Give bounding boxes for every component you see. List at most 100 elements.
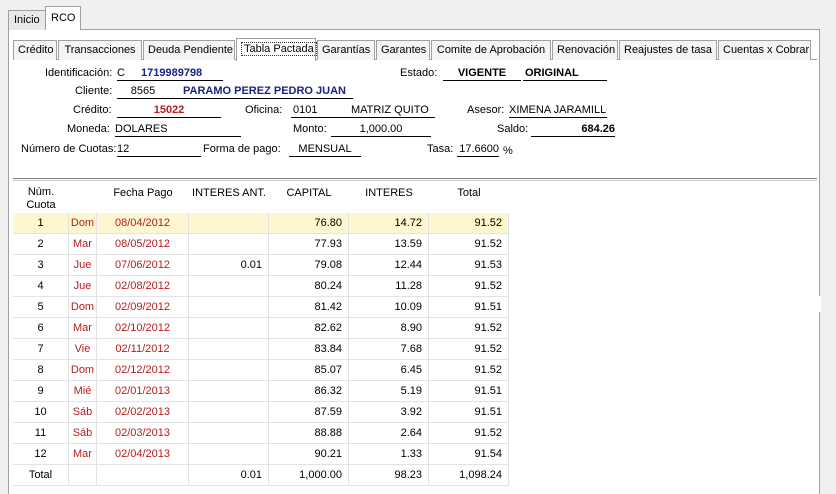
cell-capital: 80.24 (269, 276, 349, 297)
table-row[interactable]: 6 Mar 02/10/2012 82.62 8.90 91.52 (13, 318, 509, 339)
tab-tabla-pactada[interactable]: Tabla Pactada (236, 38, 317, 61)
cell-fecha: 08/04/2012 (97, 213, 189, 234)
tab-comite-aprobacion[interactable]: Comite de Aprobación (431, 40, 551, 60)
cell-num: 9 (13, 381, 69, 402)
tab-garantes[interactable]: Garantes (376, 40, 430, 60)
cell-capital: 79.08 (269, 255, 349, 276)
cell-interes-ant: 0.01 (189, 255, 269, 276)
asesor-label: Asesor: (467, 104, 505, 116)
tab-reajustes-tasa[interactable]: Reajustes de tasa (619, 40, 717, 60)
estado-label: Estado: (400, 67, 438, 79)
cell-dia: Mié (69, 381, 97, 402)
table-row[interactable]: 2 Mar 08/05/2012 77.93 13.59 91.52 (13, 234, 509, 255)
cell-num: 6 (13, 318, 69, 339)
cuotas-value: 12 (117, 142, 201, 157)
cell-fecha: 02/08/2012 (97, 276, 189, 297)
cell-fecha: 02/09/2012 (97, 297, 189, 318)
cell-total: 91.52 (429, 339, 509, 360)
table-row[interactable]: 12 Mar 02/04/2013 90.21 1.33 91.54 (13, 444, 509, 465)
table-row[interactable]: 9 Mié 02/01/2013 86.32 5.19 91.51 (13, 381, 509, 402)
total-interes: 98.23 (349, 465, 429, 486)
cell-dia: Jue (69, 276, 97, 297)
header-fecha-pago[interactable]: Fecha Pago (97, 183, 189, 213)
cell-interes: 5.19 (349, 381, 429, 402)
header-dia[interactable] (69, 183, 97, 213)
sub-tab-bar: Crédito Transacciones Deuda Pendiente Ta… (13, 38, 817, 61)
cell-total: 91.52 (429, 360, 509, 381)
table-row[interactable]: 5 Dom 02/09/2012 81.42 10.09 91.51 (13, 297, 509, 318)
credito-label: Crédito: (73, 104, 112, 116)
cell-dia: Sáb (69, 423, 97, 444)
table-row[interactable]: 1 Dom 08/04/2012 76.80 14.72 91.52 (13, 213, 509, 234)
moneda-label: Moneda: (67, 123, 110, 135)
tasa-value: 17.6600 (457, 142, 499, 157)
cell-num: 5 (13, 297, 69, 318)
cell-fecha: 02/03/2013 (97, 423, 189, 444)
cell-fecha: 08/05/2012 (97, 234, 189, 255)
tab-deuda-pendiente[interactable]: Deuda Pendiente (143, 40, 235, 60)
cell-capital: 77.93 (269, 234, 349, 255)
cell-dia: Mar (69, 234, 97, 255)
table-row[interactable]: 4 Jue 02/08/2012 80.24 11.28 91.52 (13, 276, 509, 297)
cell-total: 91.51 (429, 381, 509, 402)
header-capital[interactable]: CAPITAL (269, 183, 349, 213)
tab-inicio[interactable]: Inicio (8, 10, 46, 30)
cell-interes-ant (189, 318, 269, 339)
cell-capital: 90.21 (269, 444, 349, 465)
estado-tipo: ORIGINAL (523, 66, 607, 81)
cell-interes-ant (189, 423, 269, 444)
cell-interes: 11.28 (349, 276, 429, 297)
total-empty (69, 465, 97, 486)
table-row[interactable]: 7 Vie 02/11/2012 83.84 7.68 91.52 (13, 339, 509, 360)
table-header: Núm. Cuota Fecha Pago INTERES ANT. CAPIT… (13, 183, 509, 213)
cell-capital: 86.32 (269, 381, 349, 402)
top-tab-bar: Inicio RCO (8, 6, 820, 31)
tab-transacciones[interactable]: Transacciones (58, 40, 142, 60)
cell-interes: 2.64 (349, 423, 429, 444)
header-total[interactable]: Total (429, 183, 509, 213)
tab-credito[interactable]: Crédito (13, 40, 57, 60)
tab-cuentas-por-cobrar[interactable]: Cuentas x Cobrar (718, 40, 811, 60)
cliente-codigo: 8565 (117, 84, 169, 99)
tab-renovacion[interactable]: Renovación (552, 40, 618, 60)
cell-interes-ant (189, 444, 269, 465)
cell-dia: Dom (69, 360, 97, 381)
forma-pago-label: Forma de pago: (203, 143, 281, 155)
table-row[interactable]: 8 Dom 02/12/2012 85.07 6.45 91.52 (13, 360, 509, 381)
cell-dia: Sáb (69, 402, 97, 423)
cuotas-label: Número de Cuotas: (21, 143, 117, 155)
cell-capital: 88.88 (269, 423, 349, 444)
cell-num: 1 (13, 213, 69, 234)
header-interes[interactable]: INTERES (349, 183, 429, 213)
oficina-label: Oficina: (245, 104, 283, 116)
cell-interes: 3.92 (349, 402, 429, 423)
cell-total: 91.52 (429, 213, 509, 234)
cell-num: 8 (13, 360, 69, 381)
cell-interes: 6.45 (349, 360, 429, 381)
cell-interes-ant (189, 360, 269, 381)
cell-interes: 1.33 (349, 444, 429, 465)
identificacion-value: 1719989798 (135, 66, 223, 81)
cell-dia: Vie (69, 339, 97, 360)
table-row[interactable]: 3 Jue 07/06/2012 0.01 79.08 12.44 91.53 (13, 255, 509, 276)
cell-num: 12 (13, 444, 69, 465)
tab-rco[interactable]: RCO (45, 6, 82, 31)
table-row[interactable]: 11 Sáb 02/03/2013 88.88 2.64 91.52 (13, 423, 509, 444)
tab-tabla-pactada-label: Tabla Pactada (241, 42, 317, 56)
monto-label: Monto: (293, 123, 327, 135)
moneda-value: DOLARES (115, 122, 241, 137)
cell-total: 91.53 (429, 255, 509, 276)
header-interes-ant[interactable]: INTERES ANT. (189, 183, 269, 213)
header-num-cuota[interactable]: Núm. Cuota (13, 183, 69, 213)
cell-interes-ant (189, 234, 269, 255)
tab-garantias[interactable]: Garantías (317, 40, 375, 60)
table-row[interactable]: 10 Sáb 02/02/2013 87.59 3.92 91.51 (13, 402, 509, 423)
cell-fecha: 07/06/2012 (97, 255, 189, 276)
cell-total: 91.52 (429, 234, 509, 255)
tasa-label: Tasa: (427, 143, 454, 155)
cell-capital: 87.59 (269, 402, 349, 423)
cell-capital: 76.80 (269, 213, 349, 234)
identificacion-tipo: C (117, 66, 135, 81)
cell-dia: Mar (69, 444, 97, 465)
cell-fecha: 02/04/2013 (97, 444, 189, 465)
